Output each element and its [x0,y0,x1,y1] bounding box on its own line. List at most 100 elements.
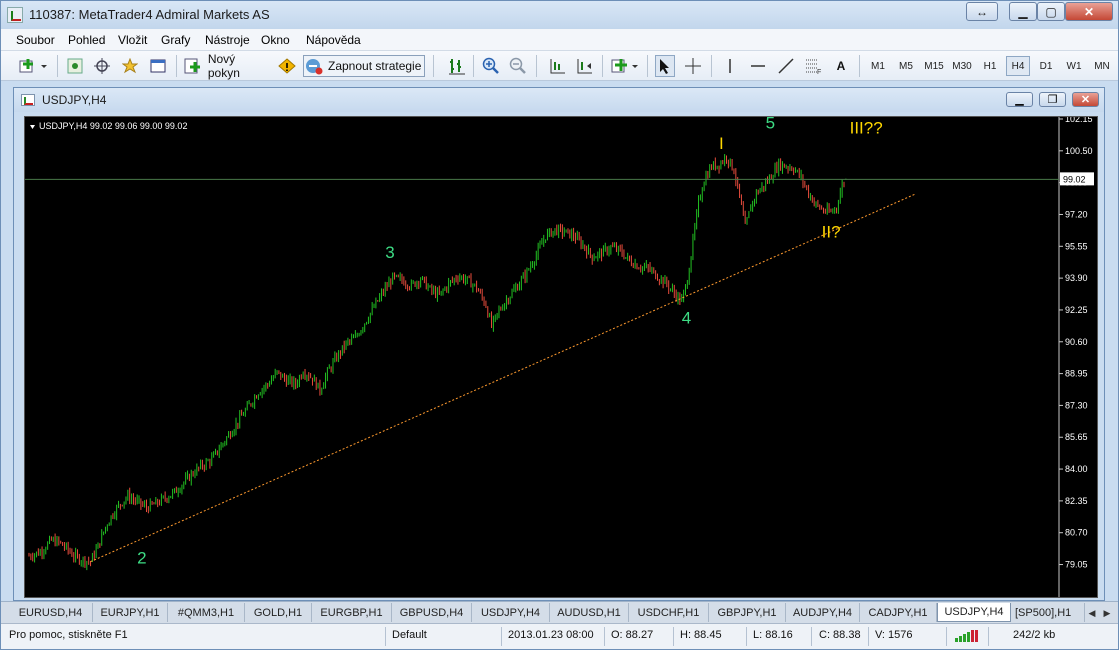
menu-grafy[interactable]: Grafy [161,33,190,47]
tab-gold-h1[interactable]: GOLD,H1 [245,603,312,622]
wave-label[interactable]: 4 [682,308,691,327]
menu-okno[interactable]: Okno [261,33,290,47]
chart-restore-button[interactable]: ❐ [1039,92,1066,107]
status-profile[interactable]: Default [392,629,427,641]
wave-label[interactable]: 3 [385,243,394,262]
status-low: L: 88.16 [753,629,793,641]
wave-label[interactable]: 2 [137,549,146,568]
close-button[interactable]: ✕ [1065,2,1113,21]
window-button[interactable] [147,55,169,77]
menu-nastroje[interactable]: Nástroje [205,33,250,47]
cursor-tool-button[interactable] [655,55,675,77]
menu-bar: Soubor Pohled Vložit Grafy Nástroje Okno… [1,29,1118,51]
new-chart-icon [19,59,47,73]
svg-text:F: F [817,69,821,75]
tabs-scroll-right-button[interactable]: ▶ [1100,605,1114,621]
y-tick-label: 92.25 [1065,305,1088,315]
chart-window: USDJPY,H4 ▁ ❐ ✕ 102.15100.5098.8597.2095… [13,87,1105,601]
tab-sp500-h1[interactable]: [SP500],H1 [1011,603,1085,622]
y-tick-label: 87.30 [1065,400,1088,410]
autoscroll-icon [550,59,565,74]
move-icon [94,58,110,74]
horizontal-line-icon [751,65,765,67]
status-traffic: 242/2 kb [1013,629,1056,641]
tab-gbpusd-h4[interactable]: GBPUSD,H4 [392,603,472,622]
wave-label[interactable]: III?? [850,118,883,137]
tab-eurgbp-h1[interactable]: EURGBP,H1 [312,603,392,622]
tab-qmm3-h1[interactable]: #QMM3,H1 [168,603,245,622]
alert-button[interactable] [276,55,298,77]
chart-window-title: USDJPY,H4 [42,93,107,107]
strategy-toggle-button[interactable]: Zapnout strategie [303,55,425,77]
menu-pohled[interactable]: Pohled [68,33,105,47]
vertical-line-button[interactable] [720,55,740,77]
timeframe-m1[interactable]: M1 [866,56,890,76]
strategy-icon [306,59,323,75]
wave-label[interactable]: I [719,134,724,153]
crosshair-icon [685,58,701,74]
status-open: O: 88.27 [611,629,654,641]
status-bar: Pro pomoc, stiskněte F1 Default 2013.01.… [1,623,1118,649]
maximize-button[interactable]: ▢ [1037,2,1065,21]
new-chart-button[interactable] [17,55,51,77]
wave-label[interactable]: II? [822,223,841,242]
chart-close-button[interactable]: ✕ [1072,92,1099,107]
timeframe-h1[interactable]: H1 [978,56,1002,76]
tab-cadjpy-h1[interactable]: CADJPY,H1 [860,603,937,622]
chart-tabs: EURUSD,H4 EURJPY,H1 #QMM3,H1 GOLD,H1 EUR… [1,601,1118,623]
chart-canvas[interactable]: 102.15100.5098.8597.2095.5593.9092.2590.… [25,117,1097,597]
chart-minimize-button[interactable]: ▁ [1006,92,1033,107]
zoom-in-icon [482,57,499,74]
trendline-button[interactable] [775,55,797,77]
zoom-out-button[interactable] [508,55,528,77]
tab-audjpy-h4[interactable]: AUDJPY,H4 [786,603,860,622]
crosshair-nav-button[interactable] [91,55,113,77]
price-chart[interactable]: 102.15100.5098.8597.2095.5593.9092.2590.… [24,116,1098,598]
timeframe-m5[interactable]: M5 [894,56,918,76]
tab-usdjpy-h4-first[interactable]: USDJPY,H4 [472,603,550,622]
text-tool-button[interactable]: A [830,55,852,77]
new-order-button[interactable]: Nový pokyn [183,52,271,80]
fibonacci-button[interactable]: F [802,55,824,77]
y-tick-label: 79.05 [1065,560,1088,570]
chart-shift-icon [577,59,592,74]
timeframe-d1[interactable]: D1 [1034,56,1058,76]
tab-gbpjpy-h1[interactable]: GBPJPY,H1 [709,603,786,622]
tab-usdchf-h1[interactable]: USDCHF,H1 [629,603,709,622]
timeframe-h4[interactable]: H4 [1006,56,1030,76]
tab-eurusd-h4[interactable]: EURUSD,H4 [9,603,93,622]
title-bar[interactable]: 110387: MetaTrader4 Admiral Markets AS ↔… [1,1,1118,29]
tabs-scroll-left-button[interactable]: ◀ [1085,605,1099,621]
chart-window-title-bar[interactable]: USDJPY,H4 ▁ ❐ ✕ [14,88,1104,112]
menu-soubor[interactable]: Soubor [16,33,55,47]
zoom-in-button[interactable] [481,55,501,77]
toolbar: Nový pokyn Zapnout strategie F A M1 M5 M… [1,51,1118,81]
y-tick-label: 85.65 [1065,432,1088,442]
timeframe-mn[interactable]: MN [1090,56,1114,76]
menu-napoveda[interactable]: Nápověda [306,33,361,47]
timeframe-w1[interactable]: W1 [1062,56,1086,76]
indicators-button[interactable] [610,55,640,77]
status-datetime: 2013.01.23 08:00 [508,629,594,641]
menu-vlozit[interactable]: Vložit [118,33,147,47]
timeframe-m30[interactable]: M30 [949,56,975,76]
minimize-button[interactable]: ▁ [1009,2,1037,21]
connection-status-icon[interactable] [955,630,981,642]
y-tick-label: 82.35 [1065,496,1088,506]
star-icon [122,58,138,74]
tab-audusd-h1[interactable]: AUDUSD,H1 [550,603,629,622]
crosshair-button[interactable] [682,55,704,77]
favorites-button[interactable] [119,55,141,77]
close-icon: ✕ [1080,94,1091,106]
horizontal-line-button[interactable] [747,55,769,77]
restore-arrows-button[interactable]: ↔ [966,2,998,21]
bar-chart-button[interactable] [445,55,469,77]
chart-shift-button[interactable] [573,55,595,77]
timeframe-m15[interactable]: M15 [921,56,947,76]
profiles-button[interactable] [64,55,86,77]
tab-eurjpy-h1[interactable]: EURJPY,H1 [93,603,168,622]
wave-label[interactable]: 5 [766,117,775,133]
y-tick-label: 97.20 [1065,209,1088,219]
autoscroll-button[interactable] [546,55,568,77]
tab-usdjpy-h4-active[interactable]: USDJPY,H4 [937,603,1011,622]
